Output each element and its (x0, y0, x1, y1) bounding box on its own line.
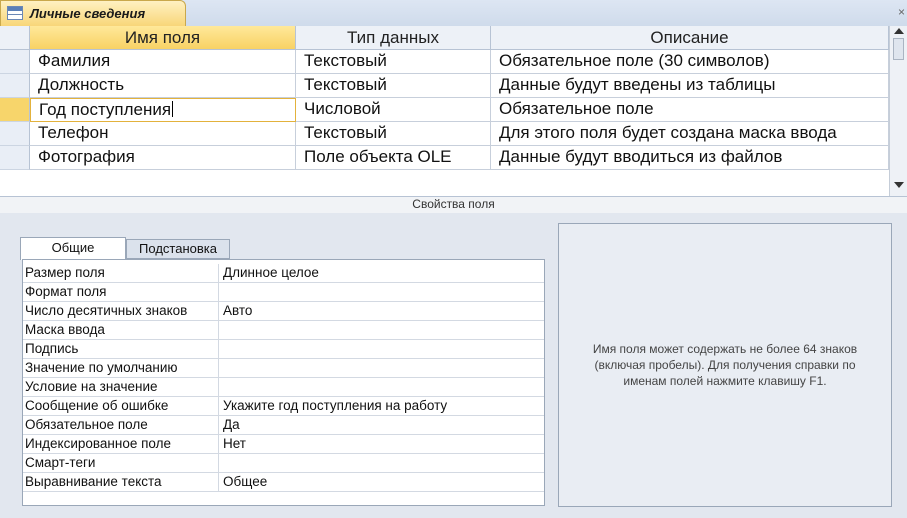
property-row: Условие на значение (23, 378, 544, 397)
help-panel: Имя поля может содержать не более 64 зна… (558, 223, 892, 507)
description-cell[interactable]: Данные будут введены из таблицы (491, 74, 889, 98)
column-header-field-name[interactable]: Имя поля (30, 26, 296, 50)
grid-scrollbar[interactable] (889, 26, 907, 196)
column-header-data-type[interactable]: Тип данных (296, 26, 491, 50)
data-type-cell[interactable]: Текстовый (296, 74, 491, 98)
property-value[interactable] (223, 454, 543, 472)
data-type-cell[interactable]: Поле объекта OLE (296, 146, 491, 170)
scroll-down-icon[interactable] (894, 182, 904, 188)
property-name: Подпись (25, 340, 219, 358)
property-row: Выравнивание текста Общее (23, 473, 544, 492)
property-value[interactable]: Общее (223, 473, 543, 491)
description-cell-text: Данные будут вводиться из файлов (499, 147, 783, 166)
data-type-cell[interactable]: Текстовый (296, 122, 491, 146)
property-value[interactable] (223, 321, 543, 339)
property-row: Индексированное поле Нет (23, 435, 544, 454)
property-row: Значение по умолчанию (23, 359, 544, 378)
property-row: Подпись (23, 340, 544, 359)
description-cell-text: Обязательное поле (499, 99, 654, 118)
property-name: Условие на значение (25, 378, 219, 396)
property-name: Сообщение об ошибке (25, 397, 219, 415)
row-selector[interactable] (0, 98, 30, 122)
data-type-cell-text: Текстовый (304, 75, 387, 94)
description-cell[interactable]: Для этого поля будет создана маска ввода (491, 122, 889, 146)
description-cell[interactable]: Обязательное поле (491, 98, 889, 122)
data-type-cell-text: Текстовый (304, 123, 387, 142)
property-name: Обязательное поле (25, 416, 219, 434)
property-name: Число десятичных знаков (25, 302, 219, 320)
document-tab-title: Личные сведения (30, 6, 146, 21)
property-value[interactable] (223, 283, 543, 301)
column-header-description[interactable]: Описание (491, 26, 889, 50)
property-name: Размер поля (25, 264, 219, 282)
property-name: Значение по умолчанию (25, 359, 219, 377)
data-type-cell[interactable]: Числовой (296, 98, 491, 122)
property-sheet: Размер поля Длинное целое Формат поля Число… (22, 259, 545, 506)
field-design-grid: Имя поля Тип данных Описание Фамилия Текс… (0, 26, 907, 196)
document-tab[interactable]: Личные сведения (0, 0, 186, 26)
row-selector[interactable] (0, 74, 30, 98)
property-row: Обязательное поле Да (23, 416, 544, 435)
property-value[interactable]: Авто (223, 302, 543, 320)
property-row: Маска ввода (23, 321, 544, 340)
field-name-cell-text: Год поступления (39, 100, 172, 119)
tab-lookup[interactable]: Подстановка (126, 239, 230, 259)
property-name: Индексированное поле (25, 435, 219, 453)
close-icon[interactable]: × (898, 5, 905, 19)
row-selector[interactable] (0, 122, 30, 146)
table-icon (7, 6, 23, 20)
property-name: Смарт-теги (25, 454, 219, 472)
data-type-cell-text: Поле объекта OLE (304, 147, 452, 166)
field-name-cell[interactable]: Фамилия (30, 50, 296, 74)
field-properties-label: Свойства поля (0, 196, 907, 214)
data-type-cell[interactable]: Текстовый (296, 50, 491, 74)
property-value[interactable] (223, 378, 543, 396)
tab-general[interactable]: Общие (20, 237, 126, 260)
property-name: Выравнивание текста (25, 473, 219, 491)
field-name-cell-text: Телефон (38, 123, 109, 142)
text-caret (172, 101, 174, 117)
property-row: Сообщение об ошибке Укажите год поступлен… (23, 397, 544, 416)
property-value[interactable]: Нет (223, 435, 543, 453)
property-row: Формат поля (23, 283, 544, 302)
row-selector[interactable] (0, 50, 30, 74)
description-cell[interactable]: Данные будут вводиться из файлов (491, 146, 889, 170)
field-name-cell[interactable]: Должность (30, 74, 296, 98)
property-value[interactable]: Укажите год поступления на работу (223, 397, 543, 415)
field-properties-panel: Общие Подстановка Размер поля Длинное цел… (0, 213, 907, 518)
property-value[interactable] (223, 340, 543, 358)
select-all-corner[interactable] (0, 26, 30, 50)
field-name-cell-text: Должность (38, 75, 125, 94)
data-type-cell-text: Текстовый (304, 51, 387, 70)
field-name-cell-text: Фотография (38, 147, 135, 166)
property-row: Число десятичных знаков Авто (23, 302, 544, 321)
description-cell-text: Для этого поля будет создана маска ввода (499, 123, 837, 142)
help-text: Имя поля может содержать не более 64 зна… (592, 342, 858, 388)
row-selector[interactable] (0, 146, 30, 170)
property-value[interactable]: Длинное целое (223, 264, 543, 282)
property-row: Смарт-теги (23, 454, 544, 473)
scroll-thumb[interactable] (893, 38, 904, 60)
description-cell-text: Данные будут введены из таблицы (499, 75, 776, 94)
property-name: Формат поля (25, 283, 219, 301)
data-type-cell-text: Числовой (304, 99, 381, 118)
property-value[interactable]: Да (223, 416, 543, 434)
document-tab-strip: Личные сведения × (0, 0, 907, 27)
field-name-cell[interactable]: Год поступления (30, 98, 296, 122)
property-name: Маска ввода (25, 321, 219, 339)
scroll-up-icon[interactable] (894, 28, 904, 34)
property-value[interactable] (223, 359, 543, 377)
description-cell[interactable]: Обязательное поле (30 символов) (491, 50, 889, 74)
field-name-cell[interactable]: Фотография (30, 146, 296, 170)
property-row: Размер поля Длинное целое (23, 264, 544, 283)
description-cell-text: Обязательное поле (30 символов) (499, 51, 770, 70)
field-name-cell-text: Фамилия (38, 51, 111, 70)
field-name-cell[interactable]: Телефон (30, 122, 296, 146)
